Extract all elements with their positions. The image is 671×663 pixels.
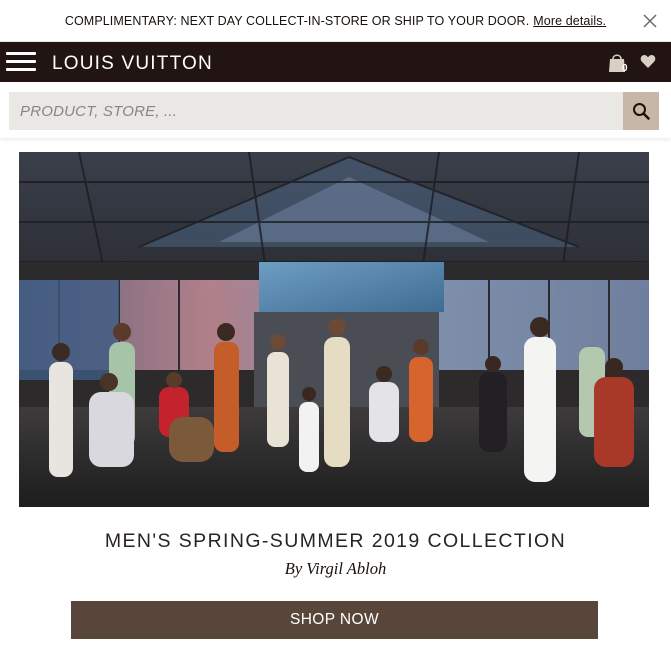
promo-bar: COMPLIMENTARY: NEXT DAY COLLECT-IN-STORE… xyxy=(0,0,671,42)
shopping-bag-icon[interactable] xyxy=(606,51,632,75)
bag-count-badge: 0 xyxy=(622,63,628,74)
shop-now-button[interactable]: SHOP NOW xyxy=(71,601,598,639)
collection-byline: By Virgil Abloh xyxy=(284,559,387,578)
promo-text: COMPLIMENTARY: NEXT DAY COLLECT-IN-STORE… xyxy=(64,13,530,28)
collection-title: MEN'S SPRING-SUMMER 2019 COLLECTION xyxy=(104,530,567,552)
campaign-photo[interactable] xyxy=(19,152,649,507)
search-input[interactable] xyxy=(9,92,623,130)
heart-icon[interactable] xyxy=(640,54,656,69)
search-icon xyxy=(633,103,650,120)
campaign-photo-illustration xyxy=(19,152,649,507)
close-icon[interactable] xyxy=(641,12,659,30)
search-button[interactable] xyxy=(623,92,659,130)
site-header: LOUIS VUITTON 0 xyxy=(0,42,671,82)
brand-logo[interactable]: LOUIS VUITTON xyxy=(52,53,213,75)
promo-details-link[interactable]: More details. xyxy=(533,14,606,28)
search-bar xyxy=(0,82,671,138)
hamburger-menu-icon[interactable] xyxy=(6,52,36,72)
